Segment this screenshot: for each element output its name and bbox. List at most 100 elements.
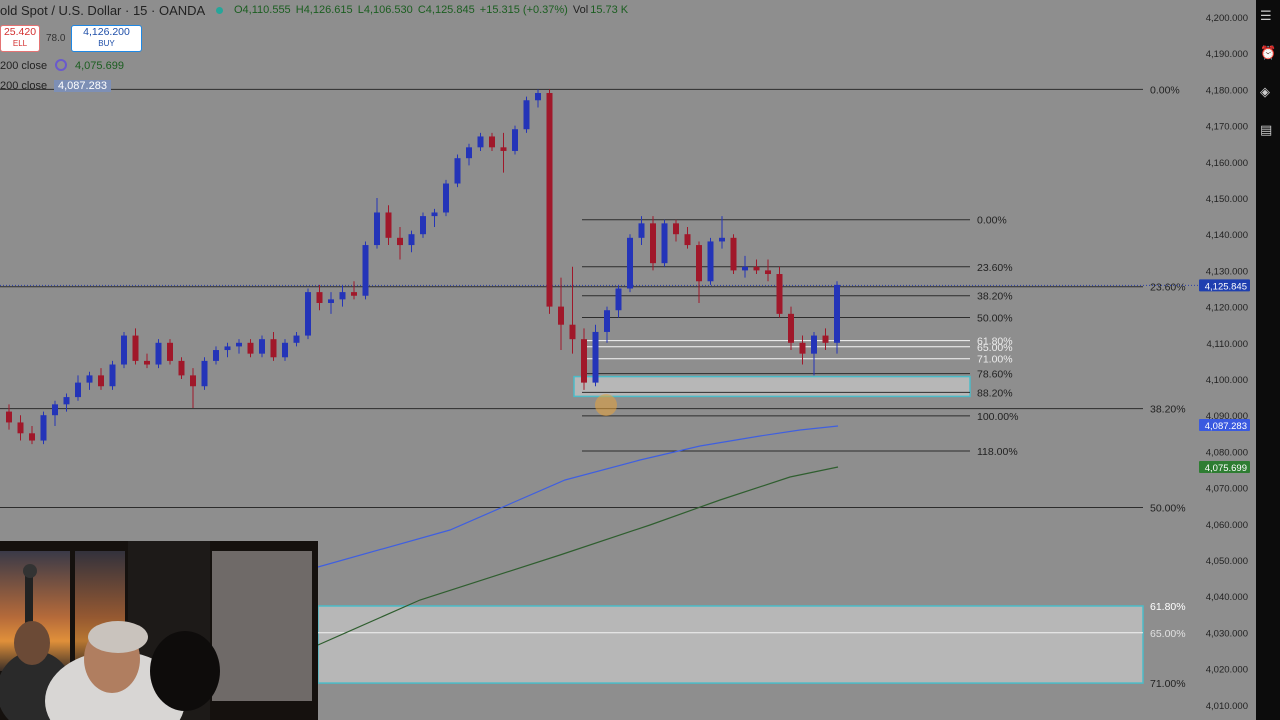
candle bbox=[512, 125, 518, 155]
candle-body bbox=[213, 350, 219, 361]
candle bbox=[604, 306, 610, 343]
candle bbox=[811, 331, 817, 376]
ma-indicator-2-label[interactable]: 200 close bbox=[0, 80, 47, 92]
candle bbox=[167, 339, 173, 365]
y-axis-tick: 4,020.000 bbox=[1206, 665, 1248, 676]
candle bbox=[316, 284, 323, 311]
candle bbox=[466, 143, 472, 166]
candle bbox=[144, 353, 150, 369]
candle-body bbox=[707, 241, 714, 282]
volume-value: 15.73 K bbox=[590, 4, 629, 16]
candle bbox=[661, 219, 668, 267]
cursor-marker bbox=[595, 394, 617, 416]
fib-right-label: 50.00% bbox=[1150, 503, 1186, 515]
candle-body bbox=[742, 266, 748, 271]
fib-right-label: 61.80% bbox=[1150, 601, 1186, 613]
candle-body bbox=[558, 306, 564, 325]
candle bbox=[454, 154, 461, 188]
candle-body bbox=[52, 404, 58, 416]
candle bbox=[190, 368, 196, 408]
change-value: +15.315 (+0.37%) bbox=[479, 4, 568, 16]
candle bbox=[17, 415, 24, 441]
candle-body bbox=[121, 335, 127, 365]
webcam-image bbox=[0, 541, 318, 720]
candle-body bbox=[29, 433, 35, 441]
candle bbox=[98, 368, 104, 390]
fib-zone-large bbox=[317, 605, 1144, 684]
fib-left-label: 100.00% bbox=[977, 411, 1018, 423]
candle-body bbox=[523, 100, 530, 130]
candle-body bbox=[305, 292, 311, 336]
candle bbox=[500, 132, 507, 173]
candle-body bbox=[282, 342, 288, 358]
candle-body bbox=[40, 415, 47, 441]
candle-body bbox=[63, 397, 70, 405]
candle bbox=[224, 342, 231, 358]
loading-icon bbox=[55, 59, 67, 71]
candle-body bbox=[75, 382, 81, 398]
buy-button[interactable]: 4,126.200 BUY bbox=[71, 25, 142, 52]
candle bbox=[477, 132, 484, 151]
candle bbox=[546, 89, 553, 314]
buy-label: BUY bbox=[98, 39, 115, 48]
candle bbox=[684, 226, 691, 249]
candle bbox=[408, 230, 415, 253]
candle bbox=[431, 208, 438, 227]
candle-body bbox=[765, 270, 771, 275]
low-value: L4,106.530 bbox=[357, 4, 413, 16]
candle-body bbox=[592, 331, 599, 383]
candle bbox=[40, 411, 47, 445]
spread-value: 78.0 bbox=[46, 33, 66, 44]
notes-icon[interactable]: ▤ bbox=[1260, 124, 1276, 138]
sell-price: 25.420 bbox=[3, 26, 37, 38]
y-axis-tick: 4,140.000 bbox=[1206, 230, 1248, 241]
candle bbox=[305, 288, 311, 340]
candle-body bbox=[822, 335, 829, 343]
candle bbox=[581, 328, 587, 390]
ma-indicator-2-value: 4,087.283 bbox=[54, 80, 111, 92]
layers-icon[interactable]: ◈ bbox=[1260, 86, 1276, 100]
candle-body bbox=[431, 212, 438, 217]
alarm-icon[interactable]: ⏰ bbox=[1260, 47, 1276, 61]
candle-body bbox=[788, 313, 794, 343]
candle bbox=[247, 339, 254, 358]
candle-body bbox=[500, 147, 507, 151]
candle-body bbox=[316, 292, 323, 303]
candle bbox=[75, 375, 81, 401]
candle-body bbox=[6, 411, 12, 423]
fib-right-label: 71.00% bbox=[1150, 678, 1186, 690]
candle bbox=[121, 331, 127, 369]
sell-button[interactable]: 25.420 ELL bbox=[0, 25, 40, 52]
candle-body bbox=[362, 245, 369, 296]
candle-body bbox=[247, 342, 254, 354]
candle-body bbox=[604, 310, 610, 332]
fib-right-label: 38.20% bbox=[1150, 404, 1186, 416]
sell-label: ELL bbox=[12, 39, 28, 48]
candle bbox=[535, 89, 541, 108]
y-axis-tick: 4,040.000 bbox=[1206, 592, 1248, 603]
candle bbox=[374, 198, 380, 249]
candle-body bbox=[489, 136, 495, 148]
candle-body bbox=[339, 292, 346, 300]
fib-right-label: 65.00% bbox=[1150, 628, 1186, 640]
candle-body bbox=[684, 234, 691, 246]
candle bbox=[259, 335, 265, 358]
ma-indicator-1-label[interactable]: 200 close bbox=[0, 60, 47, 72]
list-icon[interactable]: ☰ bbox=[1260, 10, 1276, 24]
candle-body bbox=[661, 223, 668, 264]
candle bbox=[558, 277, 564, 351]
fib-left-label: 78.60% bbox=[977, 369, 1013, 381]
candle bbox=[362, 241, 369, 300]
candle bbox=[696, 241, 702, 303]
candle bbox=[397, 226, 403, 260]
ma-blue-price-tag: 4,087.283 bbox=[1205, 421, 1247, 432]
y-axis-tick: 4,120.000 bbox=[1206, 303, 1248, 314]
candle bbox=[489, 132, 495, 151]
candle bbox=[270, 331, 277, 361]
y-axis-tick: 4,190.000 bbox=[1206, 49, 1248, 60]
candle-body bbox=[132, 335, 139, 361]
fib-left-label: 23.60% bbox=[977, 262, 1013, 274]
candle-body bbox=[811, 335, 817, 354]
candle bbox=[638, 216, 645, 246]
candle bbox=[569, 266, 576, 354]
